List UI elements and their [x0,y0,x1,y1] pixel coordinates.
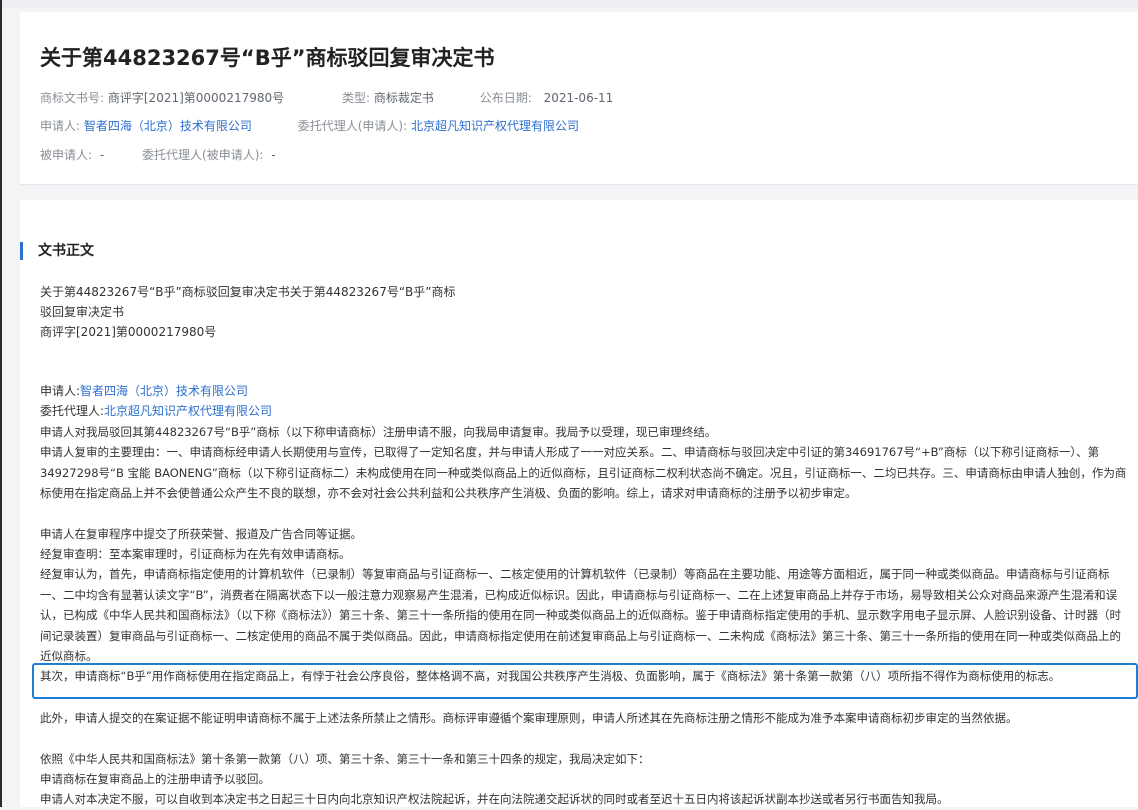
agent-line-link[interactable]: 北京超凡知识产权代理有限公司 [104,404,272,418]
date-label: 公布日期: [479,91,532,105]
body-paragraph: 经复审查明：至本案审理时，引证商标为在先有效申请商标。 [40,547,351,561]
body-paragraph: 申请人在复审程序中提交了所获荣誉、报道及广告合同等证据。 [40,527,362,541]
applicant-link[interactable]: 智者四海（北京）技术有限公司 [84,119,252,133]
highlight-box [32,663,1138,699]
resp-agent-label: 委托代理人(被申请人): [142,148,264,162]
respondent-label: 被申请人: [40,148,93,162]
agent-label: 委托代理人(申请人): [297,119,408,133]
applicant-line: 申请人:智者四海（北京）技术有限公司 [40,381,248,401]
respondent-value: - [99,148,105,162]
intro-line-3: 商评字[2021]第0000217980号 [40,325,217,339]
applicant-line-label: 申请人: [40,384,81,398]
top-strip [0,0,1138,8]
applicant-line-link[interactable]: 智者四海（北京）技术有限公司 [80,384,248,398]
applicant-label: 申请人: [40,119,81,133]
agent-line-label: 委托代理人: [40,404,105,418]
doc-no-value: 商评字[2021]第0000217980号 [107,91,285,105]
document-body-card: 文书正文 关于第44823267号“B乎”商标驳回复审决定书关于第4482326… [20,200,1138,807]
type-value: 商标裁定书 [373,91,434,105]
window-left-edge [0,0,2,807]
page-title: 关于第44823267号“B乎”商标驳回复审决定书 [40,46,495,70]
intro-line-1: 关于第44823267号“B乎”商标驳回复审决定书关于第44823267号“B乎… [40,285,456,299]
meta-row-respondent: 被申请人: - 委托代理人(被申请人): - [40,146,276,163]
meta-row-doc: 商标文书号: 商评字[2021]第0000217980号 类型: 商标裁定书 公… [40,89,613,106]
intro-line-2: 驳回复审决定书 [40,305,125,319]
body-paragraph: 申请商标在复审商品上的注册申请予以驳回。 [40,772,270,786]
body-paragraph: 经复审认为，首先，申请商标指定使用的计算机软件（已录制）等复审商品与引证商标一、… [40,567,1121,664]
header-card: 关于第44823267号“B乎”商标驳回复审决定书 商标文书号: 商评字[202… [20,12,1138,185]
meta-row-parties: 申请人: 智者四海（北京）技术有限公司 委托代理人(申请人): 北京超凡知识产权… [40,117,579,134]
resp-agent-value: - [271,148,276,162]
doc-no-label: 商标文书号: [40,91,105,105]
type-label: 类型: [341,91,371,105]
body-paragraph: 申请人复审的主要理由：一、申请商标经申请人长期使用与宣传，已取得了一定知名度，并… [40,445,1127,501]
body-paragraph: 申请人对我局驳回其第44823267号“B乎”商标（以下称申请商标）注册申请不服… [40,425,717,439]
agent-link[interactable]: 北京超凡知识产权代理有限公司 [411,119,579,133]
date-value: 2021-06-11 [543,91,614,105]
body-paragraph: 依照《中华人民共和国商标法》第十条第一款第（八）项、第三十条、第三十一条和第三十… [40,752,650,766]
agent-line: 委托代理人:北京超凡知识产权代理有限公司 [40,401,272,421]
section-title: 文书正文 [20,242,94,260]
body-paragraph: 此外，申请人提交的在案证据不能证明申请商标不属于上述法条所禁止之情形。商标评审遵… [40,711,1018,725]
